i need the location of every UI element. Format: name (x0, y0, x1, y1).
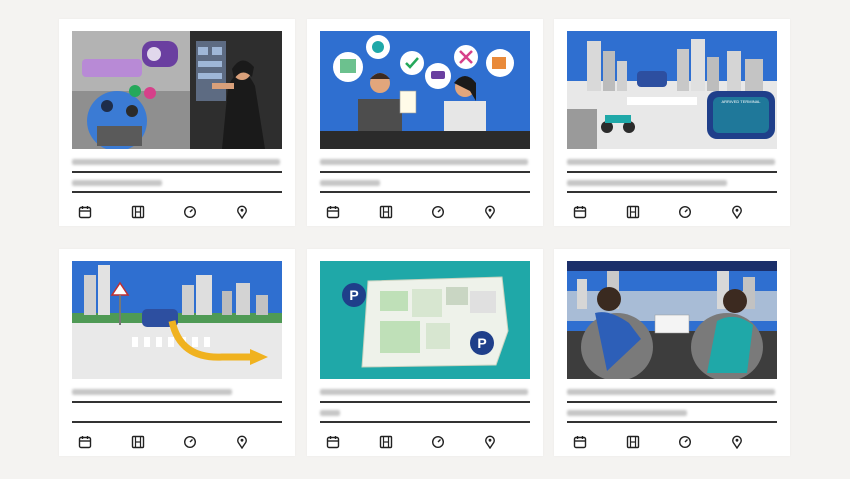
card-actions (72, 435, 282, 449)
calendar-icon[interactable] (326, 435, 340, 449)
film-icon[interactable] (626, 435, 640, 449)
svg-text:P: P (349, 287, 358, 303)
card-5[interactable]: P P (307, 249, 543, 456)
terminal-sign-text: ARRIVED TERMINAL (721, 99, 761, 104)
calendar-icon[interactable] (573, 205, 587, 219)
calendar-icon[interactable] (573, 435, 587, 449)
card-actions (567, 435, 777, 449)
card-divider (72, 421, 282, 423)
card-title-line-1 (567, 159, 775, 165)
card-divider (72, 401, 282, 403)
clock-icon[interactable] (183, 435, 197, 449)
clock-icon[interactable] (431, 435, 445, 449)
card-title-line-2 (567, 180, 727, 186)
clock-icon[interactable] (678, 435, 692, 449)
film-icon[interactable] (131, 205, 145, 219)
card-title-line-2 (320, 180, 380, 186)
pin-icon[interactable] (235, 435, 249, 449)
clock-icon[interactable] (678, 205, 692, 219)
card-1[interactable] (59, 19, 295, 226)
card-illustration-car-interior (567, 261, 777, 379)
card-divider (567, 421, 777, 423)
card-4[interactable] (59, 249, 295, 456)
clock-icon[interactable] (431, 205, 445, 219)
card-illustration-handshake-deal (320, 31, 530, 149)
film-icon[interactable] (379, 435, 393, 449)
card-actions (320, 205, 530, 219)
pin-icon[interactable] (483, 435, 497, 449)
film-icon[interactable] (131, 435, 145, 449)
card-divider (72, 191, 282, 193)
calendar-icon[interactable] (78, 205, 92, 219)
card-actions (567, 205, 777, 219)
card-divider (567, 401, 777, 403)
card-illustration-parking-map: P P (320, 261, 530, 379)
card-illustration-city-crossing: ARRIVED TERMINAL (567, 31, 777, 149)
card-title-line-2 (320, 410, 340, 416)
pin-icon[interactable] (235, 205, 249, 219)
card-illustration-office-tech (72, 31, 282, 149)
pin-icon[interactable] (730, 205, 744, 219)
card-title-line-1 (72, 159, 280, 165)
card-3[interactable]: ARRIVED TERMINAL (554, 19, 790, 226)
card-6[interactable] (554, 249, 790, 456)
card-illustration-crosswalk-turn (72, 261, 282, 379)
card-divider (72, 171, 282, 173)
card-divider (320, 171, 530, 173)
card-title-line-2 (72, 180, 162, 186)
card-title-line-1 (320, 389, 528, 395)
card-actions (320, 435, 530, 449)
card-title-line-2 (567, 410, 687, 416)
card-divider (320, 191, 530, 193)
svg-text:P: P (477, 335, 486, 351)
calendar-icon[interactable] (326, 205, 340, 219)
card-divider (567, 191, 777, 193)
card-divider (320, 401, 530, 403)
card-title-line-1 (567, 389, 775, 395)
card-actions (72, 205, 282, 219)
calendar-icon[interactable] (78, 435, 92, 449)
clock-icon[interactable] (183, 205, 197, 219)
card-2[interactable] (307, 19, 543, 226)
card-title-line-1 (320, 159, 528, 165)
film-icon[interactable] (379, 205, 393, 219)
card-title-line-1 (72, 389, 232, 395)
card-divider (320, 421, 530, 423)
card-divider (567, 171, 777, 173)
pin-icon[interactable] (730, 435, 744, 449)
film-icon[interactable] (626, 205, 640, 219)
pin-icon[interactable] (483, 205, 497, 219)
